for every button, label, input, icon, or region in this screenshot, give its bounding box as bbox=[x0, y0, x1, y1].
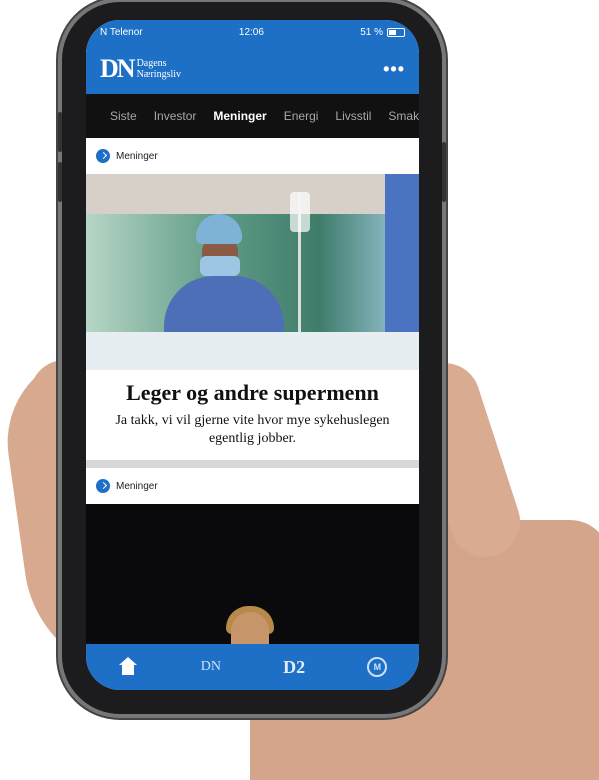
article-title: Leger og andre supermenn bbox=[126, 380, 379, 405]
volume-button bbox=[58, 162, 62, 202]
tab-investor[interactable]: Investor bbox=[154, 109, 197, 123]
article-headline[interactable]: Leger og andre supermenn Ja takk, vi vil… bbox=[86, 370, 419, 460]
logo-text: Dagens Næringsliv bbox=[137, 58, 181, 80]
tab-livsstil[interactable]: Livsstil bbox=[335, 109, 371, 123]
image-wall bbox=[86, 174, 419, 214]
doctor-mask bbox=[200, 256, 240, 276]
category-label: Meninger bbox=[116, 480, 158, 492]
volume-button bbox=[58, 112, 62, 152]
article-image bbox=[86, 504, 419, 654]
nav-magasin[interactable]: M bbox=[357, 652, 397, 682]
d2-icon: D2 bbox=[283, 656, 306, 677]
app-bar: DN Dagens Næringsliv ••• bbox=[86, 44, 419, 94]
category-icon bbox=[96, 479, 110, 493]
article-image bbox=[86, 174, 419, 370]
clock: 12:06 bbox=[238, 26, 264, 38]
dn-icon: DN bbox=[200, 659, 221, 674]
battery-icon bbox=[386, 27, 405, 37]
article-card[interactable]: Meninger bbox=[86, 468, 419, 654]
logo-line1: Dagens bbox=[136, 58, 167, 69]
logo-mark: DN bbox=[100, 54, 136, 83]
status-right: 51 % bbox=[360, 27, 405, 38]
carrier-label: N Telenor bbox=[100, 26, 143, 38]
power-button bbox=[442, 142, 446, 202]
magasin-icon: M bbox=[367, 657, 388, 677]
home-icon bbox=[118, 656, 137, 675]
card-divider bbox=[86, 460, 419, 468]
image-iv-bag bbox=[290, 192, 310, 232]
more-menu-icon[interactable]: ••• bbox=[383, 59, 405, 80]
phone-screen: N Telenor 12:06 51 % DN Dagens Næringsli… bbox=[86, 20, 419, 690]
tab-smak[interactable]: Smak bbox=[388, 109, 419, 123]
article-subtitle: Ja takk, vi vil gjerne vite hvor mye syk… bbox=[115, 413, 390, 446]
article-tag: Meninger bbox=[86, 138, 419, 174]
article-card[interactable]: Meninger Leger og andre supermenn Ja tak… bbox=[86, 138, 419, 460]
logo-line2: Næringsliv bbox=[136, 69, 182, 80]
status-bar: N Telenor 12:06 51 % bbox=[86, 20, 419, 44]
category-label: Meninger bbox=[116, 150, 158, 162]
nav-home[interactable] bbox=[108, 652, 148, 682]
doctor-cap bbox=[196, 214, 242, 244]
tab-siste[interactable]: Siste bbox=[110, 109, 137, 123]
tab-energi[interactable]: Energi bbox=[284, 109, 319, 123]
bottom-nav: DN D2 M bbox=[86, 644, 419, 690]
nav-d2[interactable]: D2 bbox=[274, 652, 314, 682]
battery-percent: 51 % bbox=[360, 26, 383, 38]
article-tag: Meninger bbox=[86, 468, 419, 504]
section-tabs: Siste Investor Meninger Energi Livsstil … bbox=[86, 94, 419, 138]
dn-logo[interactable]: DN Dagens Næringsliv bbox=[100, 54, 181, 84]
image-sheet bbox=[86, 332, 419, 370]
tab-meninger[interactable]: Meninger bbox=[213, 109, 266, 123]
nav-dn[interactable]: DN bbox=[191, 652, 231, 682]
category-icon bbox=[96, 149, 110, 163]
